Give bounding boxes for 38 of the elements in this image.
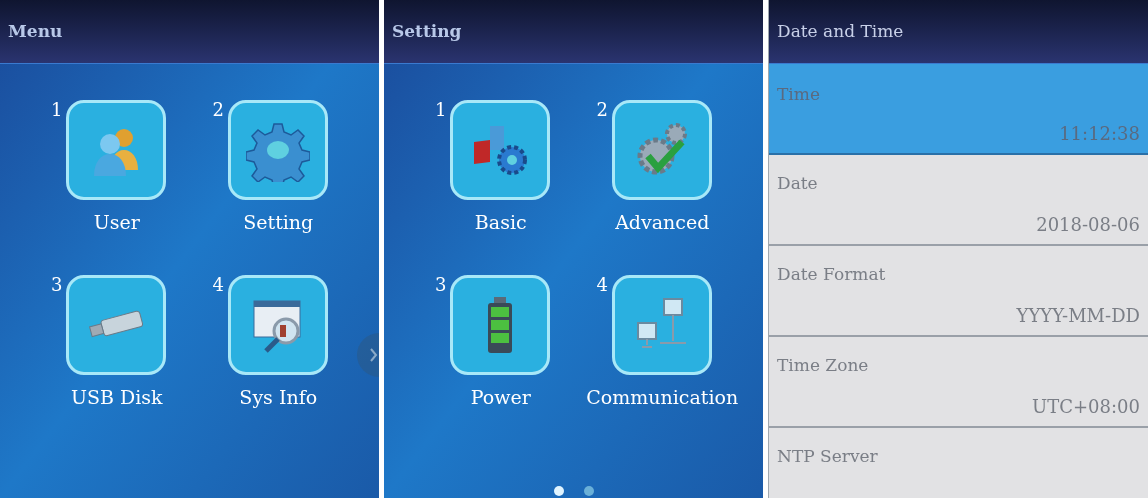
item-number: 2 <box>596 98 608 122</box>
item-number: 4 <box>212 272 224 297</box>
setting-label: NTP Server <box>777 445 878 468</box>
setting-label: Time Zone <box>777 354 869 377</box>
setting-label: Date <box>777 172 818 195</box>
tile-label: Sys Info <box>239 384 318 410</box>
tile-label: Basic <box>474 210 527 235</box>
menu-tile[interactable] <box>227 274 328 375</box>
tile-label: User <box>93 210 140 235</box>
item-number: 1 <box>435 98 447 122</box>
menu-tile[interactable] <box>66 100 167 200</box>
setting-value: 2018-08-06 <box>1036 212 1140 237</box>
item-number: 3 <box>51 272 63 297</box>
tile-label: Communication <box>586 384 739 410</box>
menu-tile[interactable] <box>450 274 551 375</box>
item-number: 3 <box>435 272 447 297</box>
item-number: 4 <box>596 272 608 297</box>
screen-title: Menu <box>8 19 63 43</box>
menu-tile[interactable] <box>611 274 712 375</box>
next-arrow-icon[interactable] <box>355 333 379 377</box>
setting-label: Date Format <box>777 263 886 286</box>
screen-title: Date and Time <box>777 19 904 43</box>
tile-label: USB Disk <box>70 384 163 410</box>
tile-label: Power <box>470 384 531 410</box>
menu-tile[interactable] <box>450 100 551 200</box>
tile-label: Advanced <box>615 210 710 235</box>
setting-row[interactable]: Time 11:12:38 <box>769 64 1148 155</box>
setting-value: UTC+08:00 <box>1032 394 1140 419</box>
screen-title: Setting <box>392 19 462 43</box>
menu-tile[interactable] <box>227 100 328 200</box>
setting-value: YYYY-MM-DD <box>1016 303 1140 328</box>
setting-label: Time <box>777 83 820 106</box>
menu-tile[interactable] <box>66 274 167 375</box>
item-number: 2 <box>212 98 224 122</box>
item-number: 1 <box>51 98 63 122</box>
menu-tile[interactable] <box>611 100 712 200</box>
tile-label: Setting <box>243 210 314 235</box>
setting-value: 11:12:38 <box>1059 121 1140 146</box>
